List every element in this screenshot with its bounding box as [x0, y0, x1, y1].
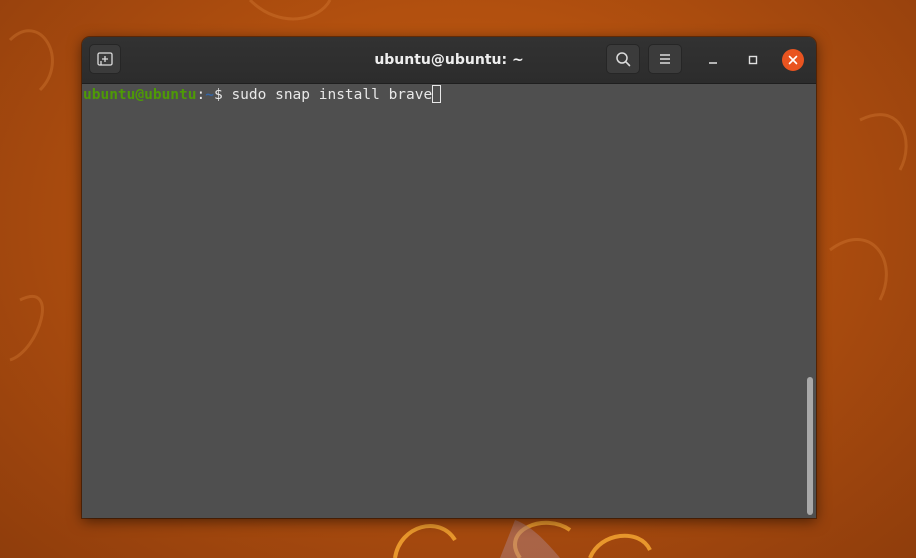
new-tab-button[interactable] [89, 44, 121, 74]
hamburger-menu-icon [658, 53, 672, 65]
close-button[interactable] [782, 49, 804, 71]
maximize-icon [748, 55, 758, 65]
terminal-window[interactable]: ubuntu@ubuntu: ~ ubuntu@ubuntu:~$ sudo s… [82, 37, 816, 518]
command-text: sudo snap install brave [231, 87, 433, 103]
command-line: ubuntu@ubuntu:~$ sudo snap install brave [83, 85, 442, 105]
close-icon [788, 55, 798, 65]
maximize-button[interactable] [742, 49, 764, 71]
search-button[interactable] [606, 44, 640, 74]
menu-button[interactable] [648, 44, 682, 74]
new-tab-icon [97, 52, 113, 66]
prompt-path: ~ [205, 87, 214, 103]
search-icon [615, 51, 631, 67]
scrollbar[interactable] [807, 377, 813, 515]
text-cursor [432, 85, 442, 103]
terminal-area[interactable]: ubuntu@ubuntu:~$ sudo snap install brave [82, 84, 816, 518]
minimize-icon [708, 55, 718, 65]
minimize-button[interactable] [702, 49, 724, 71]
prompt-symbol: $ [213, 87, 232, 103]
prompt-user: ubuntu@ubuntu [83, 87, 197, 103]
prompt-separator: : [196, 87, 206, 103]
headerbar[interactable]: ubuntu@ubuntu: ~ [82, 37, 816, 84]
